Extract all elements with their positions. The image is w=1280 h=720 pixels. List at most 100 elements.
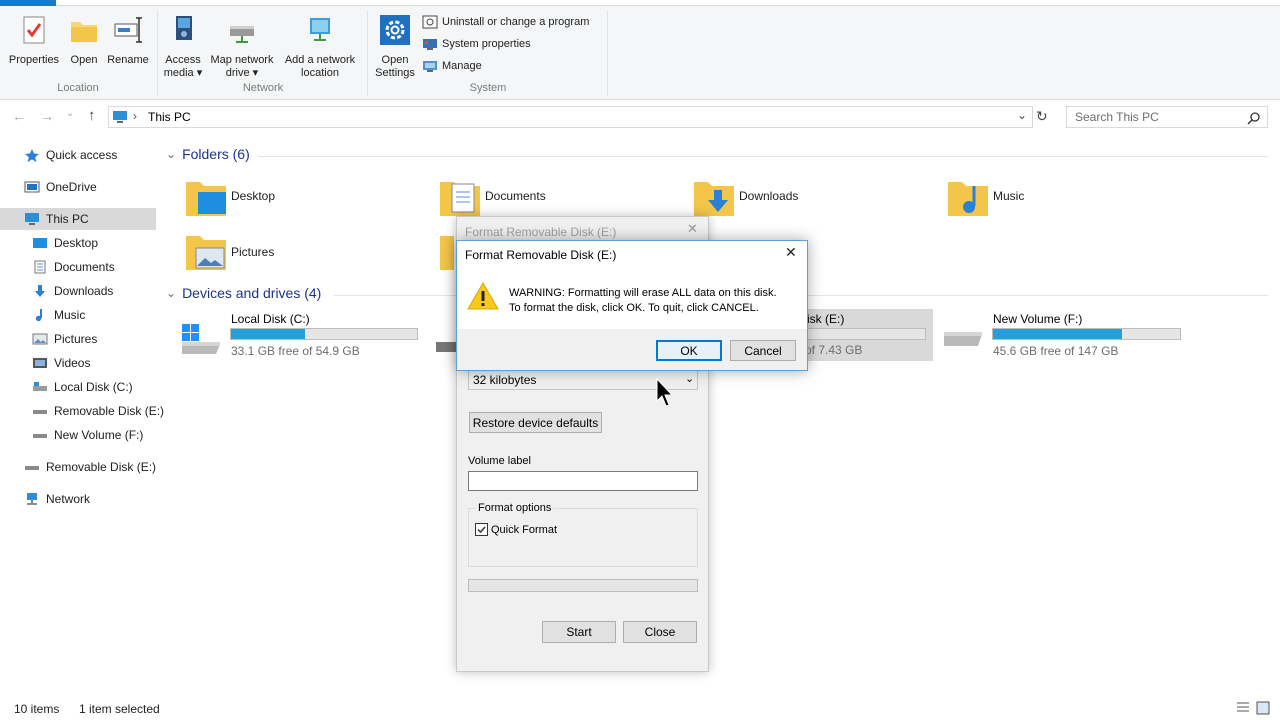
drive-removable-disk-e[interactable]: isk (E:) of 7.43 GB	[800, 309, 933, 361]
sidebar-item-network[interactable]: Network	[24, 488, 90, 510]
devices-section-header[interactable]: ⌄ Devices and drives (4)	[166, 285, 321, 301]
uninstall-program-button[interactable]: Uninstall or change a program	[422, 15, 589, 29]
ribbon-divider	[607, 10, 608, 96]
sidebar-item-desktop[interactable]: Desktop	[32, 232, 98, 254]
format-warning-dialog: Format Removable Disk (E:) ✕ WARNING: Fo…	[456, 240, 808, 371]
map-network-drive-button[interactable]: Map network drive ▾	[206, 14, 278, 80]
folder-videos-partial[interactable]	[438, 230, 456, 274]
details-view-icon[interactable]	[1236, 701, 1250, 715]
drive-icon	[33, 434, 47, 438]
folder-desktop[interactable]: Desktop	[184, 176, 404, 220]
media-icon	[176, 16, 192, 40]
folder-documents[interactable]: Documents	[438, 176, 658, 220]
downloads-icon	[35, 285, 45, 297]
close-icon[interactable]: ✕	[785, 245, 797, 261]
folder-music[interactable]: Music	[946, 176, 1166, 220]
folder-label: Pictures	[231, 245, 275, 259]
rename-label: Rename	[107, 54, 149, 66]
sidebar-item-documents[interactable]: Documents	[32, 256, 115, 278]
chevron-down-icon[interactable]: ⌄	[1017, 108, 1027, 122]
chevron-down-icon: ⌄	[685, 373, 695, 385]
format-progress-bar	[468, 579, 698, 592]
sidebar-item-label: This PC	[46, 212, 89, 226]
properties-icon	[23, 16, 45, 44]
open-button[interactable]: Open	[64, 14, 104, 67]
sidebar-item-pictures[interactable]: Pictures	[32, 328, 97, 350]
desktop-folder-icon	[186, 182, 226, 216]
warning-message-line2: To format the disk, click OK. To quit, c…	[509, 302, 759, 314]
system-properties-label: System properties	[442, 38, 531, 50]
manage-label: Manage	[442, 60, 482, 72]
quick-format-checkbox[interactable]: Quick Format	[475, 523, 557, 536]
rename-icon	[114, 17, 142, 43]
address-bar[interactable]: › This PC ⌄	[108, 106, 1033, 128]
file-tab[interactable]	[0, 0, 56, 6]
sidebar-item-removable-disk-e[interactable]: Removable Disk (E:)	[32, 400, 164, 422]
sidebar-item-onedrive[interactable]: OneDrive	[24, 176, 97, 198]
volume-label-caption: Volume label	[468, 455, 531, 467]
folder-label: Downloads	[739, 189, 799, 203]
back-arrow-icon[interactable]: ←	[12, 108, 26, 124]
search-input[interactable]: Search This PC	[1066, 106, 1268, 128]
access-media-button[interactable]: Access media ▾	[160, 14, 206, 80]
sidebar-item-label: Downloads	[54, 284, 114, 298]
drive-usage-fill	[993, 329, 1123, 339]
close-icon[interactable]: ✕	[687, 222, 698, 237]
sidebar-item-removable-disk-e-root[interactable]: Removable Disk (E:)	[24, 456, 156, 478]
downloads-folder-icon	[694, 182, 734, 216]
sidebar-item-label: Videos	[54, 356, 91, 370]
refresh-icon[interactable]: ↻	[1036, 108, 1048, 125]
breadcrumb-separator: ›	[133, 109, 137, 123]
sidebar-item-music[interactable]: Music	[32, 304, 85, 326]
volume-label-input[interactable]	[468, 471, 698, 491]
drive-usage-fill	[231, 329, 306, 339]
drive-new-volume-f[interactable]: New Volume (F:) 45.6 GB free of 147 GB	[940, 310, 1190, 358]
chevron-down-icon: ⌄	[166, 286, 177, 300]
cancel-button[interactable]: Cancel	[730, 340, 796, 361]
drive-partial-d[interactable]	[434, 336, 456, 356]
folder-pictures[interactable]: Pictures	[184, 230, 404, 274]
folders-section-header[interactable]: ⌄ Folders (6)	[166, 146, 250, 162]
status-selected-count: 1 item selected	[79, 702, 160, 716]
drive-name: New Volume (F:)	[993, 312, 1083, 326]
sidebar-item-videos[interactable]: Videos	[32, 352, 90, 374]
network-icon	[27, 493, 37, 505]
sidebar-item-label: Network	[46, 492, 91, 506]
sidebar-item-label: Quick access	[46, 148, 118, 162]
sidebar-item-new-volume-f[interactable]: New Volume (F:)	[32, 424, 143, 446]
desktop-icon	[33, 238, 47, 248]
ok-button[interactable]: OK	[656, 340, 722, 361]
drive-name: isk (E:)	[807, 312, 845, 326]
pictures-folder-icon	[186, 236, 226, 270]
sidebar-item-local-disk-c[interactable]: Local Disk (C:)	[32, 376, 133, 398]
drive-usage-bar	[992, 328, 1181, 340]
drive-icon	[436, 342, 456, 352]
manage-button[interactable]: Manage	[422, 59, 482, 73]
system-properties-button[interactable]: System properties	[422, 37, 531, 51]
sidebar-item-label: Removable Disk (E:)	[46, 460, 157, 474]
warning-message-line1: WARNING: Formatting will erase ALL data …	[509, 287, 777, 299]
open-settings-button[interactable]: Open Settings	[372, 14, 418, 80]
settings-gear-icon	[380, 15, 410, 45]
properties-button[interactable]: Properties	[6, 14, 62, 67]
large-icons-view-icon[interactable]	[1256, 701, 1270, 715]
up-arrow-icon[interactable]: ↑	[88, 107, 96, 124]
breadcrumb-this-pc[interactable]: This PC	[148, 110, 191, 124]
sidebar-item-quick-access[interactable]: Quick access	[24, 144, 117, 166]
add-network-location-button[interactable]: Add a network location	[280, 14, 360, 80]
start-button[interactable]: Start	[542, 621, 616, 643]
close-button[interactable]: Close	[623, 621, 697, 643]
sidebar-item-label: Local Disk (C:)	[54, 380, 133, 394]
network-group-label: Network	[242, 82, 284, 94]
rename-button[interactable]: Rename	[104, 14, 152, 67]
format-dialog-title: Format Removable Disk (E:)	[465, 225, 617, 239]
drive-local-disk-c[interactable]: Local Disk (C:) 33.1 GB free of 54.9 GB	[178, 310, 428, 358]
sidebar-item-this-pc[interactable]: This PC	[0, 208, 156, 230]
sidebar-item-downloads[interactable]: Downloads	[32, 280, 113, 302]
folder-downloads[interactable]: Downloads	[692, 176, 912, 220]
forward-arrow-icon[interactable]: →	[40, 108, 54, 124]
pictures-icon	[32, 333, 48, 345]
removable-drive-icon	[25, 466, 39, 470]
restore-device-defaults-button[interactable]: Restore device defaults	[469, 412, 602, 433]
recent-locations-icon[interactable]: ⌄	[66, 108, 74, 119]
